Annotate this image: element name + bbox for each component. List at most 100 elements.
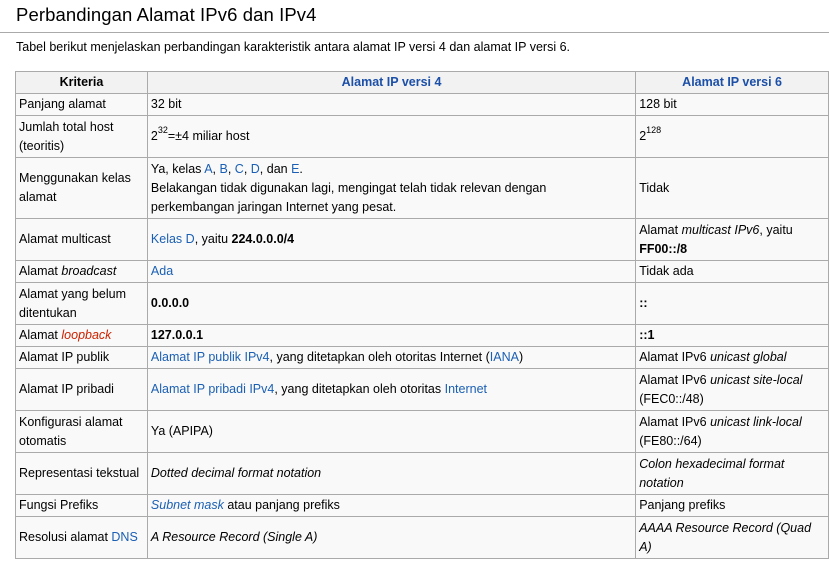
link-ip-pribadi[interactable]: Alamat IP pribadi IPv4	[151, 382, 274, 396]
link-kelas-d[interactable]: Kelas D	[151, 232, 195, 246]
cell-ipv6: Tidak	[635, 157, 829, 219]
table-row: Alamat IP pribadi Alamat IP pribadi IPv4…	[15, 368, 829, 411]
power-exponent: 32	[157, 125, 168, 135]
link-class-b[interactable]: B	[219, 162, 227, 176]
cell-code: 127.0.0.1	[150, 328, 204, 342]
header-ipv4[interactable]: Alamat IP versi 4	[146, 71, 637, 94]
separator: ,	[243, 161, 251, 176]
link-class-c[interactable]: C	[235, 162, 244, 176]
link-subnet-mask[interactable]: Subnet mask	[151, 498, 224, 512]
table-row: Panjang alamat 32 bit 128 bit	[15, 93, 829, 116]
header-ipv6[interactable]: Alamat IP versi 6	[635, 71, 829, 94]
cell-ipv6: Panjang prefiks	[635, 494, 829, 517]
power-exponent: 128	[646, 125, 662, 135]
table-row: Resolusi alamat DNS A Resource Record (S…	[15, 516, 829, 559]
cell-kriteria: Konfigurasi alamat otomatis	[15, 410, 148, 453]
separator: .	[299, 161, 303, 176]
separator: ,	[227, 161, 235, 176]
cell-italic: Colon hexadecimal format notation	[639, 456, 785, 490]
table-row: Menggunakan kelas alamat Ya, kelas A, B,…	[15, 157, 829, 219]
cell-ipv4: Ada	[146, 260, 637, 283]
cell-code: ::	[639, 296, 648, 310]
cell-text: Alamat	[19, 328, 62, 342]
cell-ipv4: 232=±4 miliar host	[146, 115, 637, 158]
cell-code: 224.0.0.0/4	[231, 232, 295, 246]
cell-ipv6: Alamat IPv6 unicast global	[635, 346, 829, 369]
cell-kriteria: Menggunakan kelas alamat	[15, 157, 148, 219]
cell-ipv6: ::	[635, 282, 829, 325]
cell-italic: unicast site-local	[710, 372, 803, 387]
cell-ipv4: 32 bit	[146, 93, 637, 116]
cell-text: (FE80::/64)	[639, 433, 702, 448]
cell-kriteria: Alamat IP publik	[15, 346, 148, 369]
link-class-d[interactable]: D	[251, 162, 260, 176]
cell-ipv6: 128 bit	[635, 93, 829, 116]
cell-ipv4: 0.0.0.0	[146, 282, 637, 325]
table-row: Representasi tekstual Dotted decimal for…	[15, 452, 829, 495]
cell-ipv4: Kelas D, yaitu 224.0.0.0/4	[146, 218, 637, 261]
cell-text: , yaitu	[194, 232, 232, 246]
table-header-row: Kriteria Alamat IP versi 4 Alamat IP ver…	[15, 71, 829, 94]
cell-ipv4: Ya, kelas A, B, C, D, dan E. Belakangan t…	[146, 157, 637, 219]
cell-text: Ya, kelas	[150, 161, 205, 176]
link-ada[interactable]: Ada	[151, 264, 173, 278]
cell-ipv6: Alamat IPv6 unicast link-local (FE80::/64…	[635, 410, 829, 453]
cell-kriteria: Panjang alamat	[15, 93, 148, 116]
cell-kriteria: Resolusi alamat DNS	[15, 516, 148, 559]
cell-text: Belakangan tidak digunakan lagi, menging…	[150, 180, 547, 214]
cell-ipv4: 127.0.0.1	[146, 324, 637, 347]
cell-text: Alamat IPv6	[639, 414, 711, 429]
cell-ipv6: Tidak ada	[635, 260, 829, 283]
comparison-table: Kriteria Alamat IP versi 4 Alamat IP ver…	[15, 71, 829, 559]
cell-kriteria: Alamat yang belum ditentukan	[15, 282, 148, 325]
table-row: Jumlah total host (teoritis) 232=±4 mili…	[15, 115, 829, 158]
cell-italic: unicast global	[710, 350, 787, 364]
cell-ipv4: Dotted decimal format notation	[146, 452, 637, 495]
cell-italic: AAAA Resource Record (Quad A)	[639, 520, 812, 554]
cell-ipv6: Alamat multicast IPv6, yaitu FF00::/8	[635, 218, 829, 261]
title-divider	[0, 32, 829, 33]
cell-kriteria: Alamat loopback	[15, 324, 148, 347]
table-row: Alamat IP publik Alamat IP publik IPv4, …	[15, 346, 829, 369]
table-row: Alamat multicast Kelas D, yaitu 224.0.0.…	[15, 218, 829, 261]
cell-text: atau panjang prefiks	[223, 498, 340, 512]
cell-ipv4: Ya (APIPA)	[146, 410, 637, 453]
cell-ipv6: AAAA Resource Record (Quad A)	[635, 516, 829, 559]
cell-text: Resolusi alamat	[19, 530, 112, 544]
cell-ipv6: ::1	[635, 324, 829, 347]
cell-kriteria: Jumlah total host (teoritis)	[15, 115, 148, 158]
cell-ipv6: 2128	[635, 115, 829, 158]
cell-ipv4: Alamat IP pribadi IPv4, yang ditetapkan …	[146, 368, 637, 411]
cell-italic: broadcast	[61, 264, 117, 278]
page: Perbandingan Alamat IPv6 dan IPv4 Tabel …	[0, 0, 829, 582]
cell-kriteria: Fungsi Prefiks	[15, 494, 148, 517]
cell-text: (FEC0::/48)	[639, 391, 704, 406]
cell-ipv6: Colon hexadecimal format notation	[635, 452, 829, 495]
cell-kriteria: Alamat IP pribadi	[15, 368, 148, 411]
cell-text: , yaitu	[759, 222, 793, 237]
link-ip-publik[interactable]: Alamat IP publik IPv4	[151, 350, 270, 364]
cell-text: Alamat	[19, 264, 62, 278]
cell-text: , yang ditetapkan oleh otoritas Internet…	[269, 350, 490, 364]
link-iana[interactable]: IANA	[490, 350, 519, 364]
header-kriteria: Kriteria	[15, 71, 148, 94]
cell-kriteria: Alamat broadcast	[15, 260, 148, 283]
link-class-a[interactable]: A	[204, 162, 212, 176]
cell-text: Alamat	[639, 222, 682, 237]
intro-text: Tabel berikut menjelaskan perbandingan k…	[16, 40, 571, 54]
power-base: 2	[150, 129, 158, 143]
link-dns[interactable]: DNS	[111, 530, 137, 544]
link-loopback[interactable]: loopback	[61, 328, 111, 342]
table-row: Alamat yang belum ditentukan 0.0.0.0 ::	[15, 282, 829, 325]
cell-text: =±4 miliar host	[167, 129, 250, 143]
cell-text: Alamat IPv6	[639, 350, 711, 364]
table-row: Alamat loopback 127.0.0.1 ::1	[15, 324, 829, 347]
cell-text: , yang ditetapkan oleh otoritas	[274, 382, 445, 396]
separator: , dan	[259, 161, 292, 176]
table-row: Konfigurasi alamat otomatis Ya (APIPA) A…	[15, 410, 829, 453]
cell-italic: Dotted decimal format notation	[150, 466, 322, 480]
link-internet[interactable]: Internet	[445, 382, 487, 396]
cell-ipv4: Subnet mask atau panjang prefiks	[146, 494, 637, 517]
cell-kriteria: Alamat multicast	[15, 218, 148, 261]
cell-code: FF00::/8	[639, 241, 688, 256]
